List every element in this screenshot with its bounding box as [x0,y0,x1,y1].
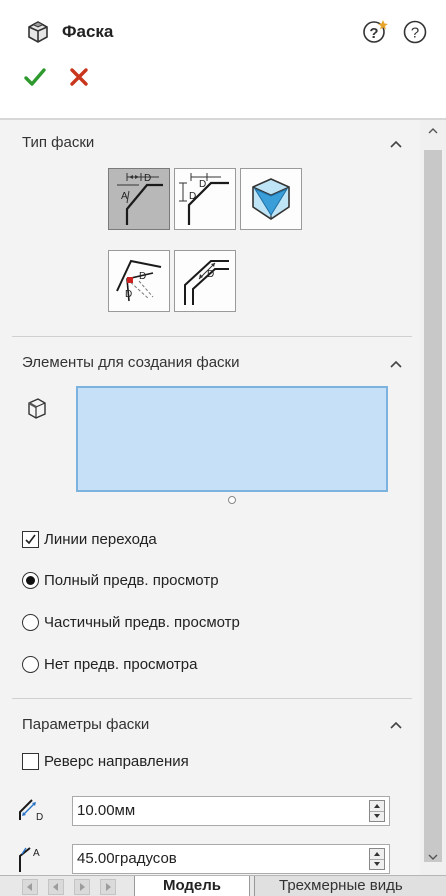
section-title-items: Элементы для создания фаски [22,354,240,371]
tab-last-icon[interactable] [100,879,116,895]
chamfer-type-angle-distance-button[interactable]: D A [108,168,170,230]
check-icon [24,68,46,86]
angle-distance-icon: D A [117,173,163,225]
face-face-icon: D [184,260,229,305]
svg-text:A: A [33,848,40,859]
distance-distance-icon: D D [179,173,229,225]
svg-text:D: D [36,812,43,823]
distance-input[interactable]: 10.00мм [72,796,390,826]
page-title: Фаска [62,22,114,41]
tab-first-icon[interactable] [22,879,38,895]
svg-text:D: D [144,173,151,184]
scrollbar-thumb[interactable] [424,150,442,862]
vertex-icon [252,178,290,220]
property-manager-header: Фаска ? ? [0,0,446,120]
full-preview-option[interactable]: Полный предв. просмотр [22,569,219,591]
collapse-chevron-icon[interactable] [388,358,404,370]
help-icon[interactable]: ? [403,20,427,44]
tangent-propagation-label: Линии перехода [44,530,157,548]
no-preview-option[interactable]: Нет предв. просмотра [22,653,197,675]
distance-value: 10.00мм [77,802,136,819]
partial-preview-radio[interactable] [22,613,39,631]
reverse-direction-checkbox[interactable] [22,752,39,770]
svg-text:D: D [139,271,146,282]
close-icon [70,68,88,86]
tab-next-icon[interactable] [74,879,90,895]
cancel-button[interactable] [66,64,92,90]
chamfer-type-offset-face-button[interactable]: D D [108,250,170,312]
no-preview-label: Нет предв. просмотра [44,655,198,673]
spin-down-icon[interactable] [370,811,384,821]
reverse-direction-label: Реверс направления [44,752,189,770]
resize-handle[interactable] [228,496,236,504]
chamfer-type-vertex-button[interactable] [240,168,302,230]
help-wizard-icon[interactable]: ? [362,18,388,44]
angle-input[interactable]: 45.00градусов [72,844,390,874]
no-preview-radio[interactable] [22,655,39,673]
tab-prev-icon[interactable] [48,879,64,895]
full-preview-radio[interactable] [22,571,39,589]
angle-value: 45.00градусов [77,850,177,867]
chamfer-type-face-face-button[interactable]: D [174,250,236,312]
collapse-chevron-icon[interactable] [388,719,404,731]
edge-selection-icon [28,398,46,419]
tangent-propagation-checkbox[interactable] [22,530,39,548]
section-title-params: Параметры фаски [22,716,150,733]
offset-face-icon: D D [116,259,162,302]
svg-text:D: D [207,269,214,280]
svg-text:?: ? [411,25,419,42]
bottom-tab-bar: Модель Трехмерные видь [0,875,446,896]
collapse-chevron-icon[interactable] [388,138,404,150]
partial-preview-option[interactable]: Частичный предв. просмотр [22,611,240,633]
tangent-propagation-option[interactable]: Линии перехода [22,528,157,550]
title-row: Фаска [24,18,113,46]
distance-param-icon: D [19,799,43,823]
reverse-direction-option[interactable]: Реверс направления [22,750,189,772]
section-divider [12,336,412,337]
ok-button[interactable] [22,64,48,90]
full-preview-label: Полный предв. просмотр [44,571,219,589]
vertical-scrollbar[interactable] [420,120,446,875]
angle-param-icon: A [19,847,40,872]
selection-list-box[interactable] [76,386,388,492]
checkmark-icon [25,534,36,544]
tab-3d-views[interactable]: Трехмерные видь [254,876,446,896]
scroll-up-icon[interactable] [426,124,440,138]
angle-spinner[interactable] [369,848,385,870]
section-title-chamfer-type: Тип фаски [22,134,95,151]
partial-preview-label: Частичный предв. просмотр [44,613,240,631]
spin-down-icon[interactable] [370,859,384,869]
section-divider [12,698,412,699]
tab-model[interactable]: Модель [134,876,250,896]
scroll-down-icon[interactable] [426,850,440,864]
distance-spinner[interactable] [369,800,385,822]
chamfer-icon [28,21,48,43]
svg-text:?: ? [369,25,378,42]
chamfer-type-distance-distance-button[interactable]: D D [174,168,236,230]
svg-text:D: D [125,289,132,300]
